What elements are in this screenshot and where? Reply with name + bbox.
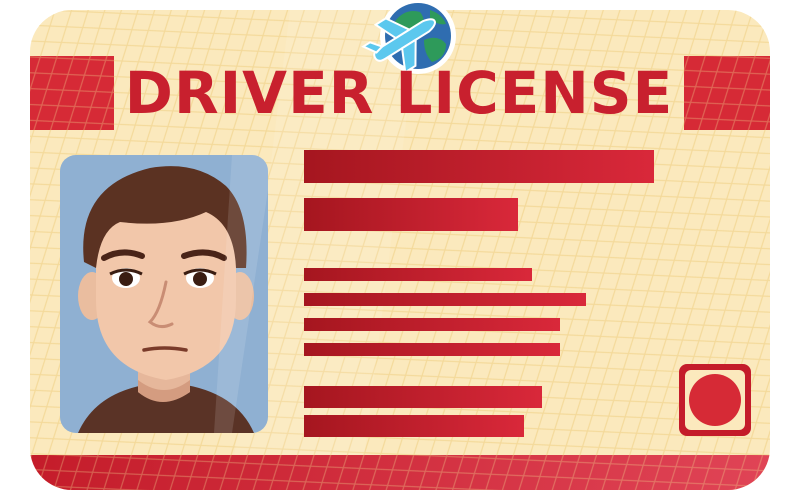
info-bar (304, 386, 542, 408)
info-bar (304, 318, 560, 331)
info-bar (304, 198, 518, 231)
card-title: DRIVER LICENSE (124, 59, 674, 127)
photo-frame (60, 155, 268, 433)
seal-stamp-icon (679, 364, 751, 436)
info-bar (304, 415, 524, 437)
info-bar (304, 150, 654, 183)
info-bar (304, 293, 586, 306)
info-bar (304, 268, 532, 281)
bottom-stripe (30, 455, 770, 490)
info-bar (304, 343, 560, 356)
license-card-illustration: DRIVER LICENSE (0, 0, 800, 500)
